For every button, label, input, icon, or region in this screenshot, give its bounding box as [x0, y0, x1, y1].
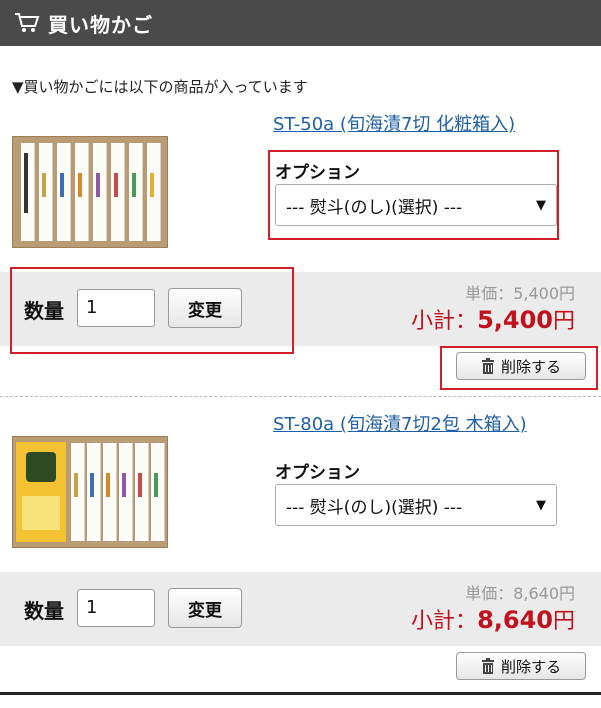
dropdown-arrow-icon: ▼	[536, 498, 546, 513]
delete-button[interactable]: 削除する	[456, 652, 586, 680]
delete-highlight-box	[440, 346, 598, 390]
item-divider	[0, 396, 601, 397]
subtotal-label: 小計：	[411, 309, 478, 334]
noshi-option-select[interactable]: --- 熨斗(のし)(選択) --- ▼	[275, 484, 557, 526]
subtotal: 小計：8,640円	[411, 603, 575, 635]
subtotal-value: 8,640	[477, 606, 553, 634]
product-link[interactable]: ST-80a (旬海漬7切2包 木箱入)	[273, 410, 527, 436]
unit-price: 単価：8,640円	[465, 584, 575, 603]
product-link[interactable]: ST-50a (旬海漬7切 化粧箱入)	[273, 110, 515, 136]
quantity-panel: 数量 1 変更 単価：8,640円 小計：8,640円	[0, 572, 601, 646]
cart-item: ST-80a (旬海漬7切2包 木箱入) オプション --- 熨斗(のし)(選択…	[0, 398, 601, 694]
quantity-highlight-box	[10, 267, 294, 354]
cart-header: 買い物かご	[0, 0, 601, 46]
option-selected-value: --- 熨斗(のし)(選択) ---	[286, 497, 463, 518]
update-quantity-button[interactable]: 変更	[168, 588, 242, 628]
option-label: オプション	[275, 463, 360, 483]
subtotal-unit: 円	[552, 609, 575, 634]
subtotal-value: 5,400	[477, 306, 553, 334]
trash-icon	[481, 658, 494, 674]
option-highlight-box	[268, 150, 559, 240]
subtotal-unit: 円	[552, 309, 575, 334]
subtotal: 小計：5,400円	[411, 303, 575, 335]
delete-label: 削除する	[500, 657, 561, 676]
quantity-label: 数量	[24, 599, 64, 623]
bottom-rule	[0, 692, 601, 695]
page-title: 買い物かご	[48, 12, 153, 37]
product-image[interactable]	[12, 436, 168, 548]
product-image[interactable]	[12, 136, 168, 248]
cart-icon	[15, 13, 40, 32]
subtotal-label: 小計：	[411, 609, 478, 634]
unit-price: 単価：5,400円	[465, 284, 575, 303]
cart-notice: ▼買い物かごには以下の商品が入っています	[12, 78, 308, 96]
quantity-input[interactable]: 1	[77, 589, 155, 627]
